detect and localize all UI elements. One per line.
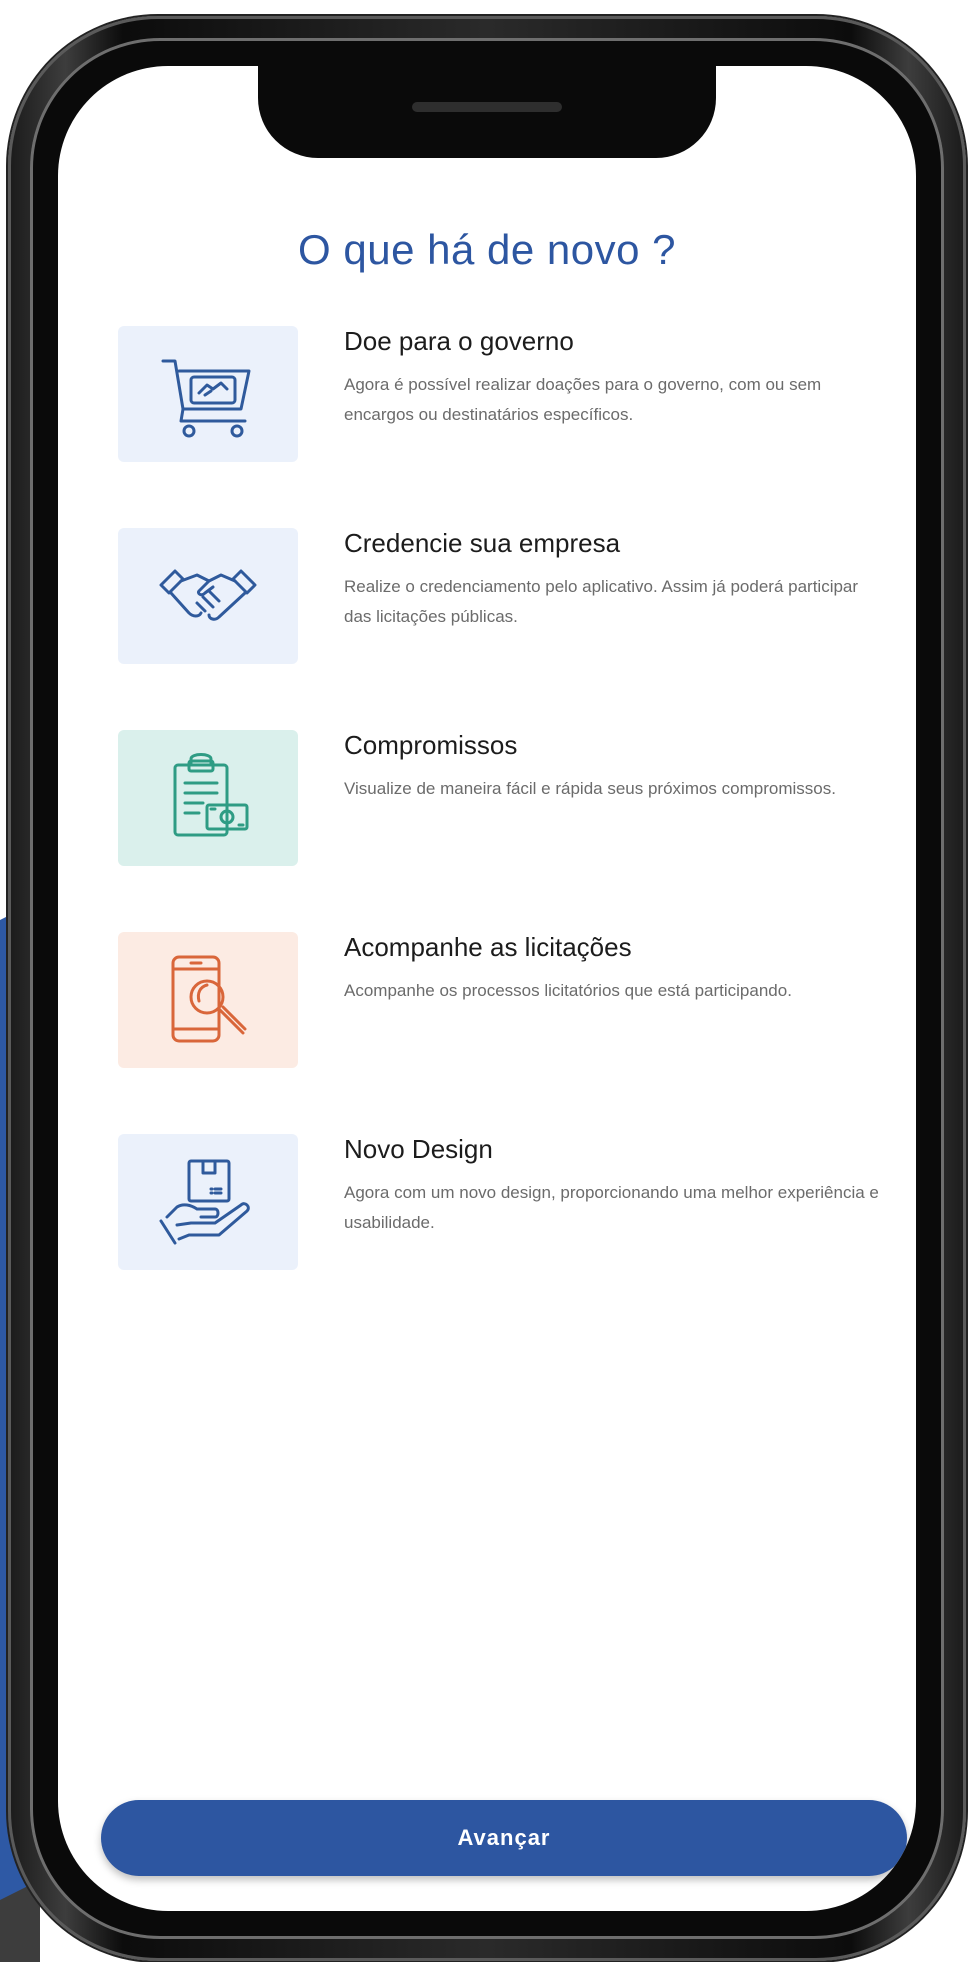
feature-title: Compromissos (344, 730, 518, 760)
feature-item-design: Novo Design Agora com um novo design, pr… (118, 1134, 898, 1274)
feature-description: Visualize de maneira fácil e rápida seus… (344, 779, 836, 798)
advance-button[interactable]: Avançar (101, 1800, 907, 1876)
feature-icon-box (118, 1134, 298, 1270)
speaker-grille (412, 102, 562, 112)
feature-description: Agora com um novo design, proporcionando… (344, 1183, 879, 1232)
feature-title: Credencie sua empresa (344, 528, 621, 558)
feature-icon-box (118, 932, 298, 1068)
feature-description: Acompanhe os processos licitatórios que … (344, 981, 792, 1000)
handshake-icon (159, 569, 257, 621)
feature-title: Doe para o governo (344, 326, 574, 356)
phone-screen: O que há de novo ? Doe para o governo Ag… (58, 66, 916, 1911)
phone-search-icon (171, 955, 247, 1043)
clipboard-money-icon (173, 753, 249, 837)
page-title: O que há de novo ? (298, 226, 676, 273)
feature-item-appointments: Compromissos Visualize de maneira fácil … (118, 730, 898, 870)
feature-item-credential: Credencie sua empresa Realize o credenci… (118, 528, 898, 668)
feature-title: Novo Design (344, 1134, 493, 1164)
feature-title: Acompanhe as licitações (344, 932, 632, 962)
phone-notch (258, 66, 716, 158)
feature-description: Realize o credenciamento pelo aplicativo… (344, 577, 859, 626)
feature-item-tenders: Acompanhe as licitações Acompanhe os pro… (118, 932, 898, 1072)
donation-cart-icon (161, 359, 251, 438)
feature-icon-box (118, 730, 298, 866)
feature-icon-box (118, 528, 298, 664)
feature-item-donate: Doe para o governo Agora é possível real… (118, 326, 898, 466)
feature-icon-box (118, 326, 298, 462)
phone-frame: O que há de novo ? Doe para o governo Ag… (8, 16, 966, 1961)
hand-package-icon (159, 1159, 250, 1245)
feature-description: Agora é possível realizar doações para o… (344, 375, 822, 424)
